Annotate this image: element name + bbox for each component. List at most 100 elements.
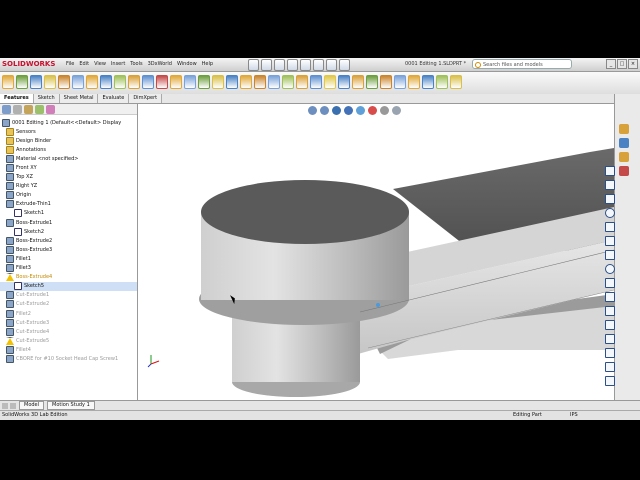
tree-item[interactable]: Sketch2 [0, 227, 137, 236]
undo-icon[interactable] [300, 59, 311, 71]
select-icon[interactable] [313, 59, 324, 71]
feature-tool-icon[interactable] [156, 75, 168, 89]
feature-tool-icon[interactable] [184, 75, 196, 89]
tab-motion-study-1[interactable]: Motion Study 1 [47, 401, 95, 410]
tree-item[interactable]: Front XY [0, 163, 137, 173]
tab-evaluate[interactable]: Evaluate [98, 94, 130, 103]
feature-tool-icon[interactable] [380, 75, 392, 89]
view-palette-icon[interactable] [619, 152, 629, 162]
feature-tool-icon[interactable] [226, 75, 238, 89]
tab-dimxpert[interactable]: DimXpert [129, 94, 163, 103]
grid-icon[interactable] [605, 376, 615, 386]
circle-icon[interactable] [605, 208, 615, 218]
feature-tool-icon[interactable] [366, 75, 378, 89]
tab-sheet-metal[interactable]: Sheet Metal [59, 94, 99, 103]
rebuild-icon[interactable] [326, 59, 337, 71]
line-icon[interactable] [605, 166, 615, 176]
tab-sketch[interactable]: Sketch [33, 94, 60, 103]
tree-item[interactable]: Sensors [0, 127, 137, 136]
feature-manager-icon[interactable] [2, 105, 11, 114]
tree-item[interactable]: Material <not specified> [0, 154, 137, 163]
fillet-sketch-icon[interactable] [605, 320, 615, 330]
tab-scroll-left-icon[interactable] [2, 402, 8, 409]
options-icon[interactable] [339, 59, 350, 71]
feature-tool-icon[interactable] [310, 75, 322, 89]
feature-tool-icon[interactable] [240, 75, 252, 89]
tree-item[interactable]: Annotations [0, 145, 137, 154]
feature-tool-icon[interactable] [128, 75, 140, 89]
feature-tool-icon[interactable] [338, 75, 350, 89]
zoom-fit-icon[interactable] [308, 106, 317, 115]
tree-item[interactable]: Cut-Extrude1 [0, 291, 137, 300]
minimize-button[interactable]: _ [606, 59, 616, 69]
trim-icon[interactable] [605, 278, 615, 288]
section-view-icon[interactable] [332, 106, 341, 115]
tree-item[interactable]: Extrude-Thin1 [0, 200, 137, 209]
tree-item[interactable]: Boss-Extrude2 [0, 236, 137, 245]
display-manager-icon[interactable] [46, 105, 55, 114]
print-icon[interactable] [287, 59, 298, 71]
tree-item[interactable]: Fillet2 [0, 309, 137, 318]
menu-3dxworld[interactable]: 3DxWorld [148, 61, 172, 67]
display-style-icon[interactable] [356, 106, 365, 115]
feature-tool-icon[interactable] [198, 75, 210, 89]
feature-tool-icon[interactable] [268, 75, 280, 89]
design-library-icon[interactable] [619, 124, 629, 134]
feature-tool-icon[interactable] [44, 75, 56, 89]
point-icon[interactable] [605, 334, 615, 344]
feature-tool-icon[interactable] [352, 75, 364, 89]
file-explorer-icon[interactable] [619, 138, 629, 148]
tree-item[interactable]: Boss-Extrude4 [0, 273, 137, 282]
polygon-icon[interactable] [605, 250, 615, 260]
tree-item[interactable]: Cut-Extrude5 [0, 336, 137, 345]
zoom-area-icon[interactable] [320, 106, 329, 115]
open-icon[interactable] [261, 59, 272, 71]
menu-insert[interactable]: Insert [111, 61, 125, 67]
feature-tool-icon[interactable] [58, 75, 70, 89]
status-units[interactable]: IPS [570, 411, 578, 420]
tab-features[interactable]: Features [0, 94, 34, 103]
feature-tool-icon[interactable] [212, 75, 224, 89]
dimension-icon[interactable] [605, 348, 615, 358]
menu-view[interactable]: View [94, 61, 106, 67]
close-button[interactable]: × [628, 59, 638, 69]
spline-icon[interactable] [605, 236, 615, 246]
tree-item[interactable]: Boss-Extrude1 [0, 218, 137, 227]
selection-point[interactable] [376, 303, 380, 307]
tree-item[interactable]: Fillet1 [0, 254, 137, 263]
maximize-button[interactable]: □ [617, 59, 627, 69]
scene-icon[interactable] [380, 106, 389, 115]
tab-scroll-right-icon[interactable] [10, 402, 16, 409]
property-manager-icon[interactable] [13, 105, 22, 114]
feature-tool-icon[interactable] [422, 75, 434, 89]
search-input[interactable]: Search files and models [472, 59, 572, 69]
feature-tool-icon[interactable] [30, 75, 42, 89]
relations-icon[interactable] [605, 362, 615, 372]
menu-help[interactable]: Help [202, 61, 213, 67]
feature-tool-icon[interactable] [254, 75, 266, 89]
feature-tool-icon[interactable] [86, 75, 98, 89]
configuration-manager-icon[interactable] [24, 105, 33, 114]
tree-item[interactable]: Cut-Extrude2 [0, 300, 137, 309]
feature-tool-icon[interactable] [72, 75, 84, 89]
appearance-icon[interactable] [368, 106, 377, 115]
feature-tool-icon[interactable] [114, 75, 126, 89]
tree-item[interactable]: Cut-Extrude3 [0, 318, 137, 327]
tree-item[interactable]: Cut-Extrude4 [0, 327, 137, 336]
arc-icon[interactable] [605, 222, 615, 232]
feature-tool-icon[interactable] [394, 75, 406, 89]
menu-tools[interactable]: Tools [130, 61, 142, 67]
feature-tool-icon[interactable] [436, 75, 448, 89]
view-settings-icon[interactable] [392, 106, 401, 115]
offset-icon[interactable] [605, 292, 615, 302]
tree-item[interactable]: Top XZ [0, 173, 137, 182]
tree-item[interactable]: Sketch1 [0, 209, 137, 218]
rectangle-icon[interactable] [605, 180, 615, 190]
feature-tool-icon[interactable] [170, 75, 182, 89]
tree-item[interactable]: 0001 Editing 1 (Default<<Default> Displa… [0, 118, 137, 127]
dimxpert-manager-icon[interactable] [35, 105, 44, 114]
tree-item[interactable]: Sketch5 [0, 281, 137, 291]
graphics-area[interactable] [138, 104, 614, 400]
feature-tool-icon[interactable] [296, 75, 308, 89]
feature-tool-icon[interactable] [100, 75, 112, 89]
